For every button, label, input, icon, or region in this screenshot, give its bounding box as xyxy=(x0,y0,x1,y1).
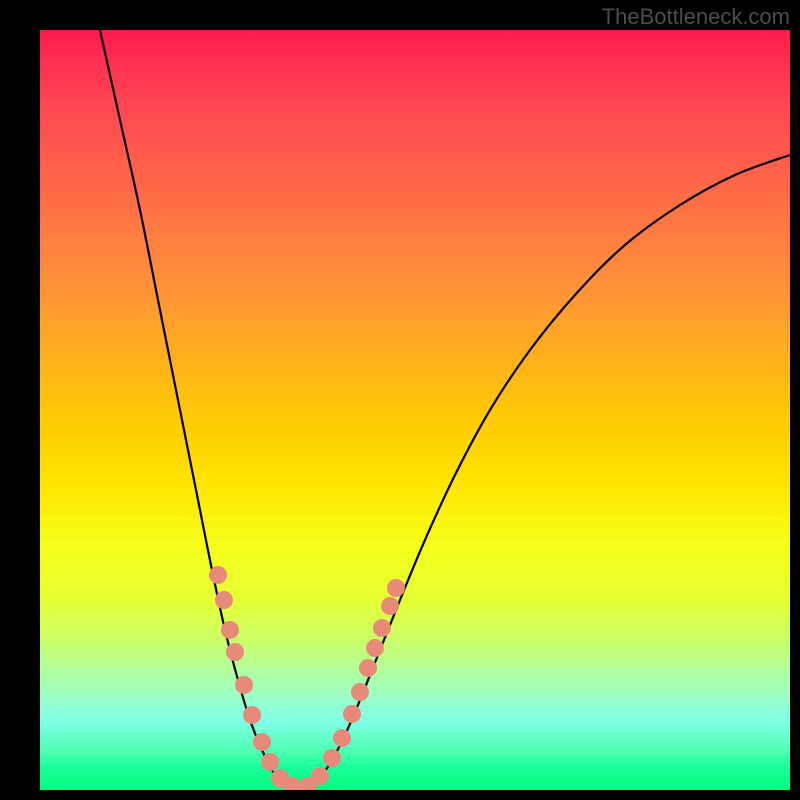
curve-svg xyxy=(40,30,790,790)
data-marker xyxy=(366,639,384,657)
data-marker xyxy=(209,566,227,584)
data-marker xyxy=(215,591,233,609)
left-curve xyxy=(100,30,288,788)
data-marker xyxy=(323,749,341,767)
data-marker xyxy=(243,706,261,724)
data-marker xyxy=(253,733,271,751)
data-marker xyxy=(311,767,329,785)
watermark-text: TheBottleneck.com xyxy=(602,4,790,30)
salmon-markers-group xyxy=(209,566,405,790)
data-marker xyxy=(373,619,391,637)
plot-area xyxy=(40,30,790,790)
data-marker xyxy=(226,643,244,661)
data-marker xyxy=(359,659,377,677)
data-marker xyxy=(343,705,361,723)
right-curve xyxy=(310,155,790,788)
data-marker xyxy=(381,597,399,615)
data-marker xyxy=(333,729,351,747)
data-marker xyxy=(235,676,253,694)
data-marker xyxy=(351,683,369,701)
data-marker xyxy=(261,753,279,771)
data-marker xyxy=(387,579,405,597)
data-marker xyxy=(221,621,239,639)
